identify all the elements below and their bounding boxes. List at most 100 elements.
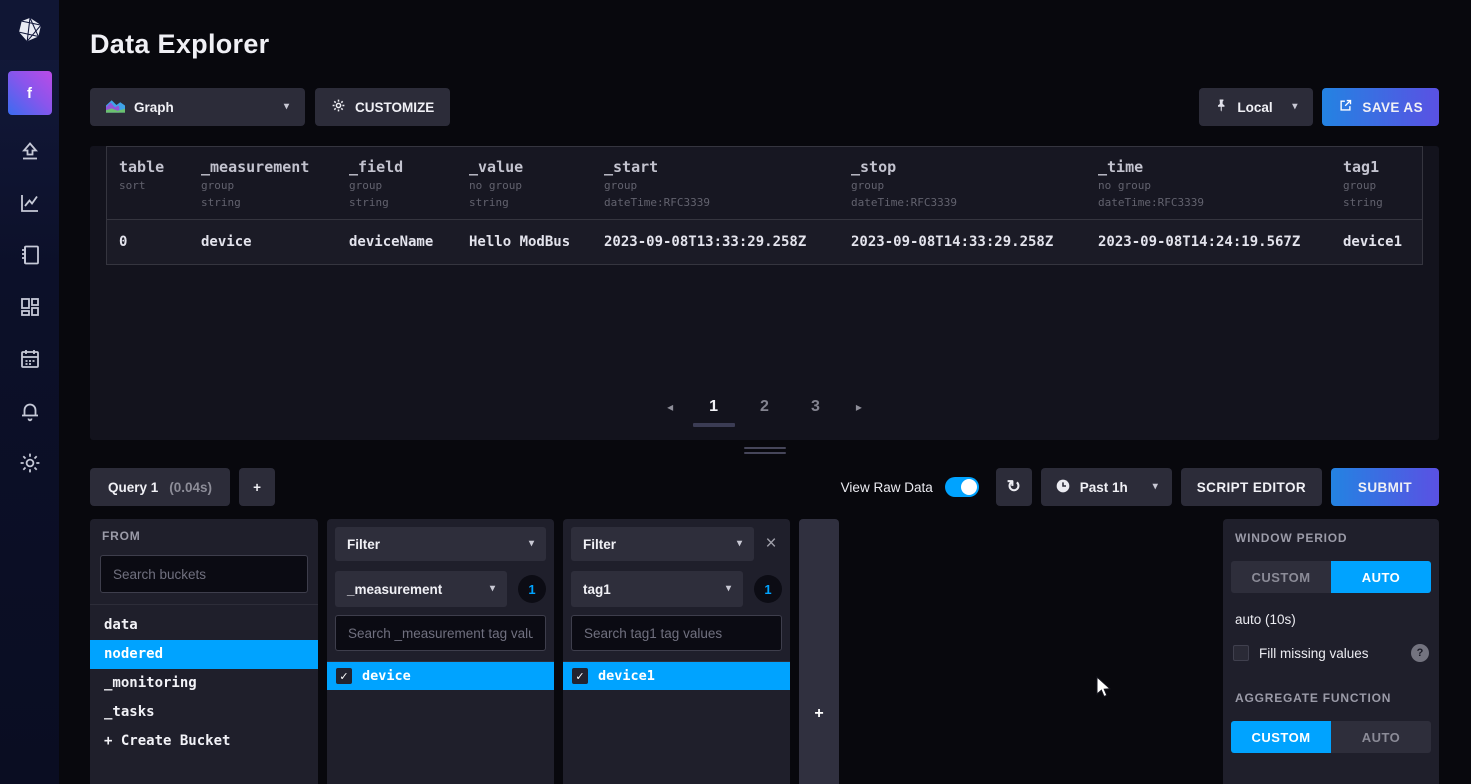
pin-icon	[1215, 98, 1228, 116]
influxdb-logo-icon[interactable]	[0, 0, 59, 60]
previous-page-icon[interactable]: ◂	[667, 400, 673, 414]
table-pagination: ◂ 1 2 3 ▸	[90, 396, 1439, 418]
customize-label: CUSTOMIZE	[355, 100, 434, 115]
aggregate-custom-button[interactable]: CUSTOM	[1231, 721, 1331, 753]
window-auto-value: auto (10s)	[1235, 612, 1427, 627]
aggregate-auto-button[interactable]: AUTO	[1331, 721, 1431, 753]
column-header-value[interactable]: _value no group string	[457, 147, 592, 219]
tag-value-list: ✓ device1	[563, 661, 790, 690]
checkbox-checked-icon[interactable]: ✓	[572, 668, 588, 684]
bucket-item-data[interactable]: data	[90, 611, 318, 640]
raw-data-table: table sort _measurement group string _fi…	[106, 146, 1423, 265]
window-custom-button[interactable]: CUSTOM	[1231, 561, 1331, 593]
refresh-button[interactable]: ↻	[996, 468, 1032, 506]
view-raw-data-toggle[interactable]	[945, 477, 979, 497]
fill-missing-values-label: Fill missing values	[1259, 646, 1401, 661]
bucket-search-input[interactable]	[100, 555, 308, 593]
time-range-dropdown[interactable]: Past 1h ▾	[1041, 468, 1172, 506]
panel-resize-handle[interactable]	[744, 447, 786, 454]
bucket-item-nodered[interactable]: nodered	[90, 640, 318, 669]
avatar-letter: f	[27, 85, 32, 102]
cell-stop: 2023-09-08T14:33:29.258Z	[839, 220, 1086, 264]
tag-value-search-input[interactable]	[571, 615, 782, 651]
page-title: Data Explorer	[90, 26, 1439, 62]
save-location-dropdown[interactable]: Local ▾	[1199, 88, 1313, 126]
plus-icon[interactable]: +	[799, 705, 839, 723]
selected-count-badge: 1	[754, 575, 782, 603]
cell-time: 2023-09-08T14:24:19.567Z	[1086, 220, 1331, 264]
chevron-down-icon: ▾	[529, 539, 534, 549]
checkbox-checked-icon[interactable]: ✓	[336, 668, 352, 684]
add-filter-card[interactable]: +	[799, 519, 839, 784]
tag-key-label: _measurement	[347, 582, 442, 597]
nav-dashboards[interactable]	[0, 283, 59, 335]
table-row: 0 device deviceName Hello ModBus 2023-09…	[107, 220, 1422, 264]
page-button-1[interactable]: 1	[703, 396, 724, 418]
page-button-2[interactable]: 2	[754, 396, 775, 418]
bucket-item-monitoring[interactable]: _monitoring	[90, 669, 318, 698]
column-header-time[interactable]: _time no group dateTime:RFC3339	[1086, 147, 1331, 219]
toggle-knob	[961, 479, 977, 495]
chevron-down-icon: ▾	[1153, 482, 1158, 492]
raw-data-panel: table sort _measurement group string _fi…	[90, 146, 1439, 440]
tag-value-device1[interactable]: ✓ device1	[563, 662, 790, 690]
gear-icon	[331, 98, 346, 116]
nav-alerts[interactable]	[0, 387, 59, 439]
tag-value-device[interactable]: ✓ device	[327, 662, 554, 690]
query-tab-label: Query 1	[108, 480, 158, 495]
query-tab[interactable]: Query 1 (0.04s)	[90, 468, 230, 506]
nav-tasks[interactable]	[0, 335, 59, 387]
cell-value: Hello ModBus	[457, 220, 592, 264]
save-location-label: Local	[1237, 100, 1272, 115]
save-as-button[interactable]: SAVE AS	[1322, 88, 1439, 126]
tag-key-dropdown[interactable]: _measurement ▾	[335, 571, 507, 607]
window-auto-button[interactable]: AUTO	[1331, 561, 1431, 593]
column-header-measurement[interactable]: _measurement group string	[189, 147, 337, 219]
export-icon	[1338, 98, 1353, 116]
window-period-panel: WINDOW PERIOD CUSTOM AUTO auto (10s) Fil…	[1223, 519, 1439, 784]
view-raw-data-label: View Raw Data	[841, 480, 933, 495]
create-bucket-button[interactable]: + Create Bucket	[90, 727, 318, 756]
filter-type-dropdown[interactable]: Filter ▾	[335, 527, 546, 561]
filter-type-dropdown[interactable]: Filter ▾	[571, 527, 754, 561]
script-editor-button[interactable]: SCRIPT EDITOR	[1181, 468, 1322, 506]
column-header-table[interactable]: table sort	[107, 147, 189, 219]
save-as-label: SAVE AS	[1362, 100, 1423, 115]
query-builder: FROM data nodered _monitoring _tasks + C…	[90, 519, 1439, 784]
tag-value-search-input[interactable]	[335, 615, 546, 651]
nav-notebooks[interactable]	[0, 231, 59, 283]
filter-card-tag1: Filter ▾ × tag1 ▾ 1 ✓ device1	[563, 519, 790, 784]
user-avatar[interactable]: f	[8, 71, 52, 115]
column-header-start[interactable]: _start group dateTime:RFC3339	[592, 147, 839, 219]
nav-load-data[interactable]	[0, 127, 59, 179]
nav-data-explorer[interactable]	[0, 179, 59, 231]
cell-start: 2023-09-08T13:33:29.258Z	[592, 220, 839, 264]
column-header-field[interactable]: _field group string	[337, 147, 457, 219]
submit-button[interactable]: SUBMIT	[1331, 468, 1439, 506]
tag-key-dropdown[interactable]: tag1 ▾	[571, 571, 743, 607]
next-page-icon[interactable]: ▸	[856, 400, 862, 414]
query-bar: Query 1 (0.04s) + View Raw Data ↻ Past 1…	[90, 468, 1439, 506]
cell-measurement: device	[189, 220, 337, 264]
fill-missing-values-checkbox[interactable]	[1233, 645, 1249, 661]
filter-type-label: Filter	[347, 537, 380, 552]
bucket-item-tasks[interactable]: _tasks	[90, 698, 318, 727]
refresh-icon: ↻	[1007, 477, 1021, 497]
add-query-button[interactable]: +	[239, 468, 275, 506]
calendar-icon	[18, 347, 42, 376]
close-filter-icon[interactable]: ×	[760, 533, 782, 555]
app-sidebar: f	[0, 0, 59, 784]
column-header-stop[interactable]: _stop group dateTime:RFC3339	[839, 147, 1086, 219]
line-graph-icon	[18, 191, 42, 220]
nav-settings[interactable]	[0, 439, 59, 491]
visualization-type-dropdown[interactable]: Graph ▾	[90, 88, 305, 126]
filter-type-label: Filter	[583, 537, 616, 552]
column-header-tag1[interactable]: tag1 group string	[1331, 147, 1422, 219]
area-chart-icon	[106, 99, 125, 116]
selected-count-badge: 1	[518, 575, 546, 603]
help-icon[interactable]: ?	[1411, 644, 1429, 662]
gear-icon	[18, 451, 42, 480]
customize-button[interactable]: CUSTOMIZE	[315, 88, 450, 126]
page-button-3[interactable]: 3	[805, 396, 826, 418]
visualization-toolbar: Graph ▾ CUSTOMIZE Local ▾	[90, 88, 1439, 126]
